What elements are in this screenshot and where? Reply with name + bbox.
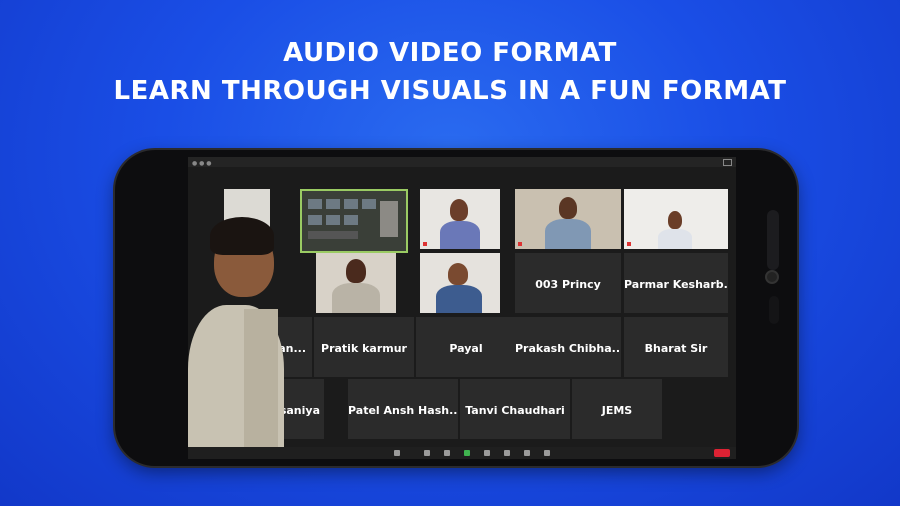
- headline-line-2: LEARN THROUGH VISUALS IN A FUN FORMAT: [113, 76, 787, 106]
- phone-frame: ● ● ● 003 Princy Parmar Kesharb... Prati…: [115, 150, 797, 466]
- participant-caption: [627, 241, 633, 247]
- participant-name-tile[interactable]: 003 Princy: [515, 253, 621, 313]
- phone-notch: [767, 210, 779, 270]
- participant-name: Bharat Sir: [644, 342, 708, 356]
- participant-caption: [423, 241, 429, 247]
- participant-name-tile[interactable]: Parmar Kesharb...: [624, 253, 728, 313]
- presenter-figure: [188, 213, 308, 459]
- fullscreen-icon[interactable]: [723, 159, 732, 166]
- shared-screen-tile[interactable]: [300, 189, 408, 253]
- participant-name-tile[interactable]: Prakash Chibha...: [515, 317, 621, 377]
- participant-name-tile[interactable]: Tanvi Chaudhari: [460, 379, 570, 439]
- participant-name-tile[interactable]: Pratik karmur: [314, 317, 414, 377]
- participant-name: 003 Princy: [535, 278, 601, 292]
- end-call-button[interactable]: [714, 449, 730, 457]
- window-controls-icon[interactable]: ● ● ●: [192, 160, 212, 167]
- participant-video-tile[interactable]: [420, 253, 500, 313]
- reaction-icon[interactable]: [524, 450, 530, 456]
- camera-icon[interactable]: [424, 450, 430, 456]
- participant-name: Parmar Kesharb...: [624, 278, 728, 292]
- participant-video-tile[interactable]: [624, 189, 728, 249]
- phone-sensor: [769, 296, 779, 324]
- record-icon[interactable]: [504, 450, 510, 456]
- meeting-top-bar: ● ● ●: [188, 157, 736, 167]
- participant-name-tile[interactable]: JEMS: [572, 379, 662, 439]
- more-icon[interactable]: [544, 450, 550, 456]
- participant-name: Prakash Chibha...: [515, 342, 621, 356]
- participant-name: Payal: [449, 342, 483, 356]
- participant-name: JEMS: [601, 404, 633, 418]
- chat-icon[interactable]: [484, 450, 490, 456]
- participant-caption: [518, 241, 524, 247]
- people-icon[interactable]: [444, 450, 450, 456]
- meeting-toolbar: [188, 447, 736, 459]
- participant-name: Tanvi Chaudhari: [465, 404, 565, 418]
- participant-name-tile[interactable]: Bharat Sir: [624, 317, 728, 377]
- front-camera-icon: [765, 270, 779, 284]
- participant-name-tile[interactable]: Payal: [416, 317, 516, 377]
- participant-name: Pratik karmur: [321, 342, 407, 356]
- participant-video-tile[interactable]: [316, 253, 396, 313]
- headline-line-1: AUDIO VIDEO FORMAT: [283, 38, 617, 68]
- participant-video-tile[interactable]: [420, 189, 500, 249]
- participant-name-tile[interactable]: Patel Ansh Hash...: [348, 379, 458, 439]
- mic-icon[interactable]: [394, 450, 400, 456]
- share-screen-icon[interactable]: [464, 450, 470, 456]
- participant-video-tile[interactable]: [515, 189, 621, 249]
- video-call-screen: ● ● ● 003 Princy Parmar Kesharb... Prati…: [188, 157, 736, 459]
- participant-name: Patel Ansh Hash...: [348, 404, 458, 418]
